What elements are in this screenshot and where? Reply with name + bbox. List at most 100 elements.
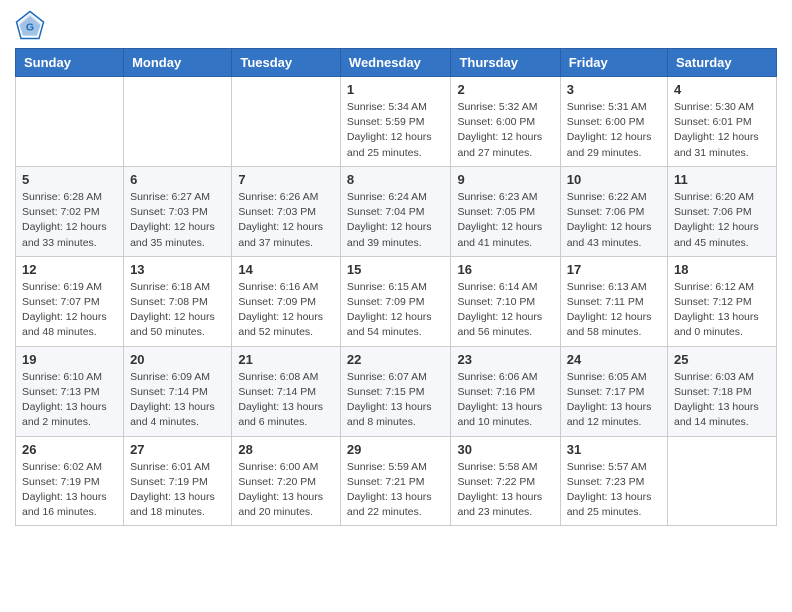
calendar-week-3: 12 Sunrise: 6:19 AM Sunset: 7:07 PM Dayli… bbox=[16, 256, 777, 346]
calendar-cell bbox=[232, 77, 341, 167]
day-number: 9 bbox=[457, 172, 553, 187]
day-number: 21 bbox=[238, 352, 334, 367]
calendar-cell: 16 Sunrise: 6:14 AM Sunset: 7:10 PM Dayli… bbox=[451, 256, 560, 346]
calendar-cell: 29 Sunrise: 5:59 AM Sunset: 7:21 PM Dayli… bbox=[340, 436, 451, 526]
day-info: Sunrise: 6:10 AM Sunset: 7:13 PM Dayligh… bbox=[22, 370, 117, 431]
page-header: G bbox=[15, 10, 777, 40]
calendar-cell: 5 Sunrise: 6:28 AM Sunset: 7:02 PM Daylig… bbox=[16, 166, 124, 256]
day-number: 6 bbox=[130, 172, 225, 187]
calendar-header-row: SundayMondayTuesdayWednesdayThursdayFrid… bbox=[16, 49, 777, 77]
day-number: 25 bbox=[674, 352, 770, 367]
weekday-header-saturday: Saturday bbox=[668, 49, 777, 77]
calendar-week-2: 5 Sunrise: 6:28 AM Sunset: 7:02 PM Daylig… bbox=[16, 166, 777, 256]
weekday-header-thursday: Thursday bbox=[451, 49, 560, 77]
day-number: 12 bbox=[22, 262, 117, 277]
day-info: Sunrise: 5:57 AM Sunset: 7:23 PM Dayligh… bbox=[567, 460, 661, 521]
calendar-cell: 24 Sunrise: 6:05 AM Sunset: 7:17 PM Dayli… bbox=[560, 346, 667, 436]
calendar-cell: 1 Sunrise: 5:34 AM Sunset: 5:59 PM Daylig… bbox=[340, 77, 451, 167]
calendar-cell: 17Sunrise: 6:13 AM Sunset: 7:11 PM Dayli… bbox=[560, 256, 667, 346]
logo: G bbox=[15, 10, 49, 40]
calendar-cell: 27 Sunrise: 6:01 AM Sunset: 7:19 PM Dayli… bbox=[124, 436, 232, 526]
day-info: Sunrise: 6:20 AM Sunset: 7:06 PM Dayligh… bbox=[674, 190, 770, 251]
day-number: 2 bbox=[457, 82, 553, 97]
weekday-header-wednesday: Wednesday bbox=[340, 49, 451, 77]
day-number: 8 bbox=[347, 172, 445, 187]
day-number: 27 bbox=[130, 442, 225, 457]
calendar-cell: 7 Sunrise: 6:26 AM Sunset: 7:03 PM Daylig… bbox=[232, 166, 341, 256]
calendar-cell: 31 Sunrise: 5:57 AM Sunset: 7:23 PM Dayli… bbox=[560, 436, 667, 526]
day-info: Sunrise: 6:19 AM Sunset: 7:07 PM Dayligh… bbox=[22, 280, 117, 341]
day-info: Sunrise: 6:06 AM Sunset: 7:16 PM Dayligh… bbox=[457, 370, 553, 431]
calendar-cell: 28 Sunrise: 6:00 AM Sunset: 7:20 PM Dayli… bbox=[232, 436, 341, 526]
day-info: Sunrise: 6:01 AM Sunset: 7:19 PM Dayligh… bbox=[130, 460, 225, 521]
calendar-cell: 6 Sunrise: 6:27 AM Sunset: 7:03 PM Daylig… bbox=[124, 166, 232, 256]
calendar-cell bbox=[124, 77, 232, 167]
day-info: Sunrise: 5:31 AM Sunset: 6:00 PM Dayligh… bbox=[567, 100, 661, 161]
day-info: Sunrise: 5:58 AM Sunset: 7:22 PM Dayligh… bbox=[457, 460, 553, 521]
day-info: Sunrise: 5:30 AM Sunset: 6:01 PM Dayligh… bbox=[674, 100, 770, 161]
day-number: 4 bbox=[674, 82, 770, 97]
day-number: 10 bbox=[567, 172, 661, 187]
day-info: Sunrise: 6:23 AM Sunset: 7:05 PM Dayligh… bbox=[457, 190, 553, 251]
day-number: 7 bbox=[238, 172, 334, 187]
day-info: Sunrise: 5:59 AM Sunset: 7:21 PM Dayligh… bbox=[347, 460, 445, 521]
day-info: Sunrise: 6:15 AM Sunset: 7:09 PM Dayligh… bbox=[347, 280, 445, 341]
day-number: 24 bbox=[567, 352, 661, 367]
calendar-cell: 21Sunrise: 6:08 AM Sunset: 7:14 PM Dayli… bbox=[232, 346, 341, 436]
calendar-week-1: 1 Sunrise: 5:34 AM Sunset: 5:59 PM Daylig… bbox=[16, 77, 777, 167]
day-info: Sunrise: 6:02 AM Sunset: 7:19 PM Dayligh… bbox=[22, 460, 117, 521]
calendar-cell: 3 Sunrise: 5:31 AM Sunset: 6:00 PM Daylig… bbox=[560, 77, 667, 167]
day-info: Sunrise: 5:34 AM Sunset: 5:59 PM Dayligh… bbox=[347, 100, 445, 161]
day-info: Sunrise: 6:18 AM Sunset: 7:08 PM Dayligh… bbox=[130, 280, 225, 341]
day-info: Sunrise: 6:24 AM Sunset: 7:04 PM Dayligh… bbox=[347, 190, 445, 251]
svg-text:G: G bbox=[26, 21, 34, 33]
day-info: Sunrise: 6:27 AM Sunset: 7:03 PM Dayligh… bbox=[130, 190, 225, 251]
day-info: Sunrise: 6:14 AM Sunset: 7:10 PM Dayligh… bbox=[457, 280, 553, 341]
calendar-cell: 9 Sunrise: 6:23 AM Sunset: 7:05 PM Daylig… bbox=[451, 166, 560, 256]
day-number: 14 bbox=[238, 262, 334, 277]
day-number: 16 bbox=[457, 262, 553, 277]
day-number: 1 bbox=[347, 82, 445, 97]
day-info: Sunrise: 6:28 AM Sunset: 7:02 PM Dayligh… bbox=[22, 190, 117, 251]
day-info: Sunrise: 6:03 AM Sunset: 7:18 PM Dayligh… bbox=[674, 370, 770, 431]
day-info: Sunrise: 6:22 AM Sunset: 7:06 PM Dayligh… bbox=[567, 190, 661, 251]
calendar-cell: 23 Sunrise: 6:06 AM Sunset: 7:16 PM Dayli… bbox=[451, 346, 560, 436]
calendar-cell: 20 Sunrise: 6:09 AM Sunset: 7:14 PM Dayli… bbox=[124, 346, 232, 436]
day-number: 31 bbox=[567, 442, 661, 457]
day-info: Sunrise: 6:12 AM Sunset: 7:12 PM Dayligh… bbox=[674, 280, 770, 341]
day-info: Sunrise: 6:00 AM Sunset: 7:20 PM Dayligh… bbox=[238, 460, 334, 521]
day-number: 17 bbox=[567, 262, 661, 277]
calendar-cell: 18Sunrise: 6:12 AM Sunset: 7:12 PM Dayli… bbox=[668, 256, 777, 346]
day-number: 30 bbox=[457, 442, 553, 457]
day-number: 23 bbox=[457, 352, 553, 367]
calendar-week-5: 26 Sunrise: 6:02 AM Sunset: 7:19 PM Dayli… bbox=[16, 436, 777, 526]
calendar-cell: 8 Sunrise: 6:24 AM Sunset: 7:04 PM Daylig… bbox=[340, 166, 451, 256]
calendar-table: SundayMondayTuesdayWednesdayThursdayFrid… bbox=[15, 48, 777, 526]
day-info: Sunrise: 6:09 AM Sunset: 7:14 PM Dayligh… bbox=[130, 370, 225, 431]
day-number: 15 bbox=[347, 262, 445, 277]
calendar-cell: 19 Sunrise: 6:10 AM Sunset: 7:13 PM Dayli… bbox=[16, 346, 124, 436]
day-info: Sunrise: 6:07 AM Sunset: 7:15 PM Dayligh… bbox=[347, 370, 445, 431]
calendar-cell: 25 Sunrise: 6:03 AM Sunset: 7:18 PM Dayli… bbox=[668, 346, 777, 436]
logo-icon: G bbox=[15, 10, 45, 40]
day-info: Sunrise: 5:32 AM Sunset: 6:00 PM Dayligh… bbox=[457, 100, 553, 161]
weekday-header-tuesday: Tuesday bbox=[232, 49, 341, 77]
day-number: 3 bbox=[567, 82, 661, 97]
calendar-week-4: 19 Sunrise: 6:10 AM Sunset: 7:13 PM Dayli… bbox=[16, 346, 777, 436]
day-number: 29 bbox=[347, 442, 445, 457]
calendar-cell: 26 Sunrise: 6:02 AM Sunset: 7:19 PM Dayli… bbox=[16, 436, 124, 526]
day-number: 20 bbox=[130, 352, 225, 367]
calendar-cell: 13Sunrise: 6:18 AM Sunset: 7:08 PM Dayli… bbox=[124, 256, 232, 346]
day-number: 19 bbox=[22, 352, 117, 367]
calendar-cell: 14Sunrise: 6:16 AM Sunset: 7:09 PM Dayli… bbox=[232, 256, 341, 346]
day-info: Sunrise: 6:26 AM Sunset: 7:03 PM Dayligh… bbox=[238, 190, 334, 251]
day-info: Sunrise: 6:05 AM Sunset: 7:17 PM Dayligh… bbox=[567, 370, 661, 431]
calendar-cell: 11 Sunrise: 6:20 AM Sunset: 7:06 PM Dayli… bbox=[668, 166, 777, 256]
calendar-cell: 12 Sunrise: 6:19 AM Sunset: 7:07 PM Dayli… bbox=[16, 256, 124, 346]
day-number: 28 bbox=[238, 442, 334, 457]
calendar-cell bbox=[668, 436, 777, 526]
day-number: 11 bbox=[674, 172, 770, 187]
weekday-header-friday: Friday bbox=[560, 49, 667, 77]
day-number: 26 bbox=[22, 442, 117, 457]
day-number: 5 bbox=[22, 172, 117, 187]
